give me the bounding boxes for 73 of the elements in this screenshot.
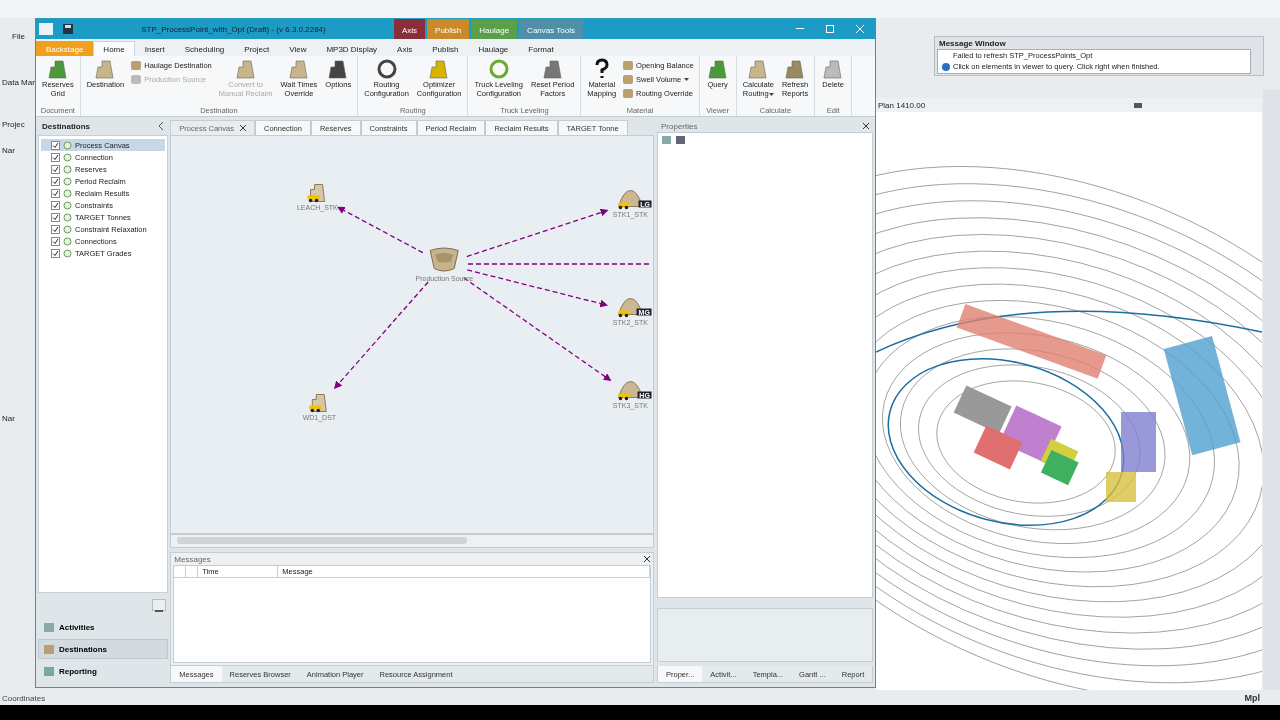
ribbon-tab[interactable]: Format xyxy=(518,41,564,56)
node-icon xyxy=(63,164,72,174)
panel-label: Data Mar xyxy=(2,78,35,87)
checkbox[interactable] xyxy=(51,176,60,186)
checkbox[interactable] xyxy=(51,152,60,162)
checkbox[interactable] xyxy=(51,236,60,246)
contextual-tab-header: Haulage xyxy=(471,19,518,39)
nav-icon xyxy=(44,622,54,632)
checkbox[interactable] xyxy=(51,140,60,150)
panel-title: Messages xyxy=(174,554,211,564)
checkbox[interactable] xyxy=(51,200,60,210)
ribbon-tab[interactable]: Insert xyxy=(134,41,175,56)
message-window-title: Message Window xyxy=(939,39,1006,48)
window-title: STP_ProcessPoint_with_Opt (Draft) - (v 6.3.0.2284) xyxy=(140,24,327,34)
minimize-icon xyxy=(796,28,804,30)
ribbon-tab[interactable]: Home xyxy=(93,41,135,56)
ribbon-tab[interactable]: Project xyxy=(234,41,280,56)
view-title: Plan 1410.00 xyxy=(877,100,927,110)
collapse-icon[interactable] xyxy=(158,122,165,130)
panel-title: Destinations xyxy=(42,121,90,131)
close-icon[interactable] xyxy=(239,125,246,131)
menu-item[interactable]: File xyxy=(12,32,25,41)
node-icon xyxy=(63,152,72,162)
node-icon xyxy=(63,224,72,234)
info-icon xyxy=(942,62,950,71)
maximize-icon xyxy=(826,25,834,33)
contextual-tab-header: Canvas Tools xyxy=(519,19,583,39)
status-bar-text: Coordinates xyxy=(2,694,46,703)
node-icon xyxy=(63,248,72,258)
node-icon xyxy=(63,140,72,150)
nav-icon xyxy=(44,666,54,676)
node-icon xyxy=(63,188,72,198)
tray-label: Mpl xyxy=(1244,693,1260,703)
hopper-icon xyxy=(428,246,461,275)
close-icon[interactable] xyxy=(644,556,650,562)
ribbon-tab[interactable]: Haulage xyxy=(468,41,519,56)
navigation-button[interactable]: Destinations xyxy=(38,639,169,659)
small-tool-icon xyxy=(131,75,142,84)
checkbox[interactable] xyxy=(51,164,60,174)
small-tool-icon xyxy=(623,61,634,70)
save-icon[interactable] xyxy=(63,24,73,34)
nav-icon xyxy=(44,644,54,654)
pile-icon xyxy=(286,58,311,80)
panel-label: Nar xyxy=(2,146,15,155)
checkbox[interactable] xyxy=(51,224,60,234)
close-icon[interactable] xyxy=(863,123,869,129)
checkbox[interactable] xyxy=(51,188,60,198)
small-tool-icon xyxy=(623,75,634,84)
node-icon xyxy=(63,176,72,186)
close-icon xyxy=(856,25,864,33)
contextual-tab-header: Publish xyxy=(427,19,470,39)
print-icon[interactable] xyxy=(1133,100,1143,110)
navigation-button[interactable]: Activities xyxy=(38,617,169,637)
panel-label: Projec xyxy=(2,120,25,129)
ribbon-tab[interactable]: MP3D Display xyxy=(316,41,388,56)
small-tool-icon xyxy=(131,61,142,70)
panel-label: Nar xyxy=(2,414,15,423)
checkbox[interactable] xyxy=(51,248,60,258)
contextual-tab-header: Axis xyxy=(393,19,426,39)
ribbon-tab[interactable]: Publish xyxy=(422,41,469,56)
checkbox[interactable] xyxy=(51,212,60,222)
horizontal-scrollbar[interactable] xyxy=(170,534,654,548)
ribbon-tab[interactable]: Scheduling xyxy=(174,41,235,56)
app-icon xyxy=(39,23,53,35)
node-icon xyxy=(63,236,72,246)
node-icon xyxy=(63,212,72,222)
navigation-button[interactable]: Reporting xyxy=(38,661,169,681)
ribbon-tab[interactable]: Axis xyxy=(387,41,423,56)
ribbon-tab[interactable]: View xyxy=(279,41,317,56)
collapse-button[interactable] xyxy=(152,599,167,611)
node-icon xyxy=(63,200,72,210)
small-tool-icon xyxy=(623,89,634,98)
panel-title: Properties xyxy=(661,121,698,131)
